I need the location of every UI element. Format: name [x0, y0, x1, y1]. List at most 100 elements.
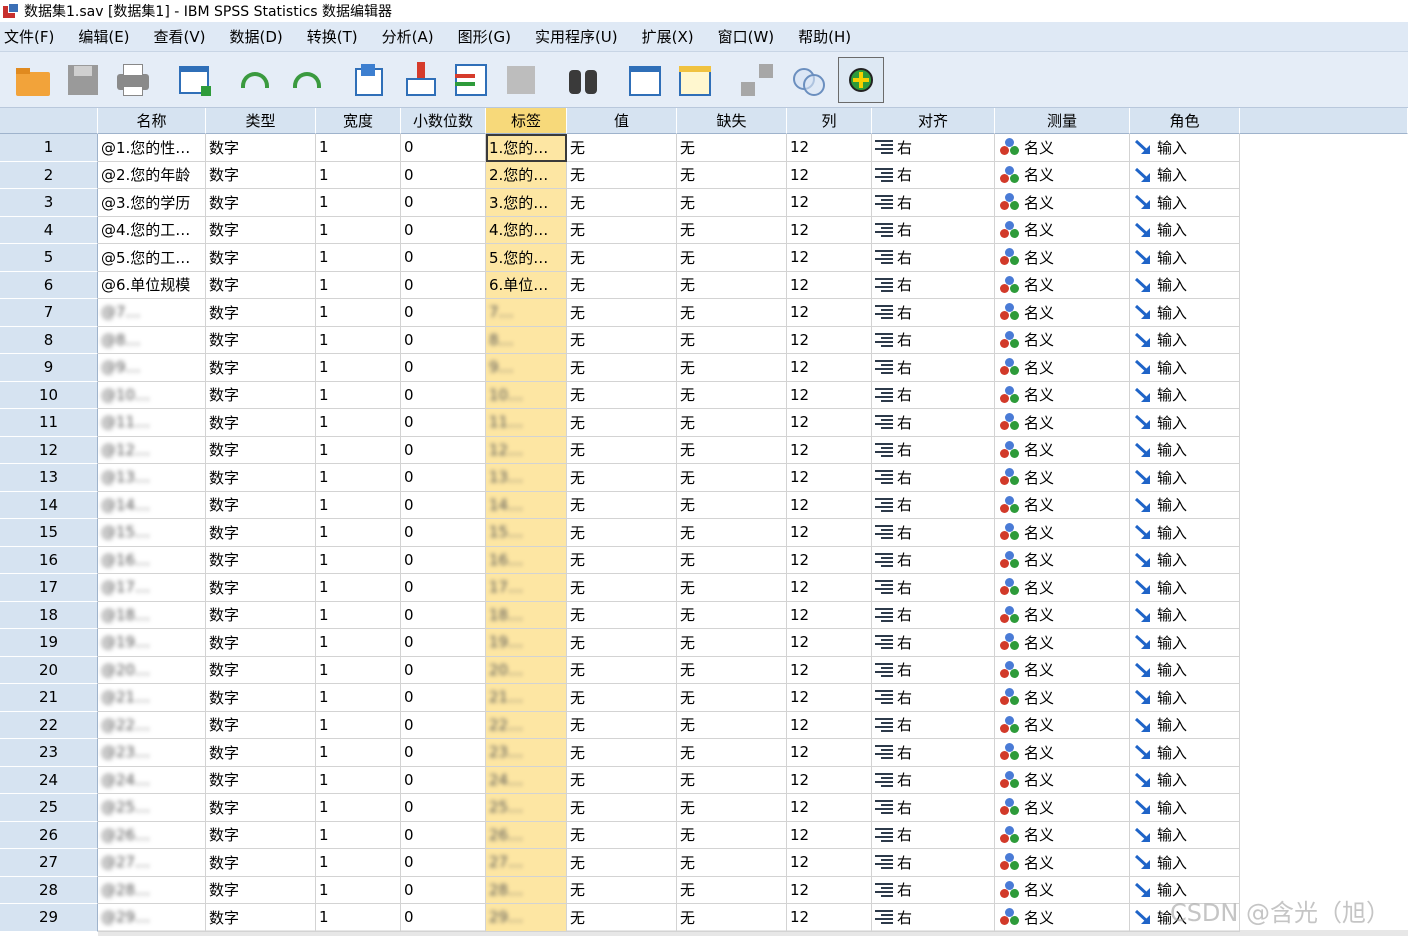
cell-missing[interactable]: 无 [677, 189, 787, 217]
cell-measure[interactable]: 名义 [995, 574, 1130, 602]
cell-label[interactable]: 15… [486, 519, 567, 547]
cell-decimals[interactable]: 0 [401, 491, 486, 519]
cell-values[interactable]: 无 [567, 134, 677, 162]
cell-label[interactable]: 7… [486, 299, 567, 327]
cell-name[interactable]: @9… [98, 354, 206, 382]
menu-item-10[interactable]: 帮助(H) [794, 26, 851, 47]
cell-columns[interactable]: 12 [787, 409, 872, 437]
cell-measure[interactable]: 名义 [995, 629, 1130, 657]
cell-label[interactable]: 27… [486, 849, 567, 877]
cell-name[interactable]: @24… [98, 766, 206, 794]
cell-role[interactable]: 输入 [1130, 849, 1240, 877]
cell-role[interactable]: 输入 [1130, 299, 1240, 327]
column-header-name[interactable]: 名称 [98, 108, 206, 134]
cell-width[interactable]: 1 [316, 299, 401, 327]
menu-item-4[interactable]: 转换(T) [303, 26, 358, 47]
cell-columns[interactable]: 12 [787, 161, 872, 189]
cell-measure[interactable]: 名义 [995, 134, 1130, 162]
cell-missing[interactable]: 无 [677, 381, 787, 409]
cell-width[interactable]: 1 [316, 821, 401, 849]
cell-name[interactable]: @28… [98, 876, 206, 904]
row-header[interactable]: 12 [0, 436, 98, 464]
row-header[interactable]: 11 [0, 409, 98, 437]
cell-align[interactable]: 右 [872, 436, 995, 464]
cell-label[interactable]: 21… [486, 684, 567, 712]
cell-missing[interactable]: 无 [677, 464, 787, 492]
cell-name[interactable]: @10… [98, 381, 206, 409]
cell-type[interactable]: 数字 [206, 601, 316, 629]
cell-name[interactable]: @12… [98, 436, 206, 464]
cell-decimals[interactable]: 0 [401, 381, 486, 409]
cell-measure[interactable]: 名义 [995, 491, 1130, 519]
cell-columns[interactable]: 12 [787, 876, 872, 904]
cell-name[interactable]: @14… [98, 491, 206, 519]
cell-align[interactable]: 右 [872, 574, 995, 602]
cell-decimals[interactable]: 0 [401, 271, 486, 299]
cell-columns[interactable]: 12 [787, 381, 872, 409]
cell-type[interactable]: 数字 [206, 766, 316, 794]
cell-align[interactable]: 右 [872, 656, 995, 684]
cell-decimals[interactable]: 0 [401, 574, 486, 602]
cell-missing[interactable]: 无 [677, 326, 787, 354]
split-file-button[interactable] [734, 57, 780, 103]
cell-columns[interactable]: 12 [787, 244, 872, 272]
row-header[interactable]: 22 [0, 711, 98, 739]
find-button[interactable] [560, 57, 606, 103]
goto-case-button[interactable] [346, 57, 392, 103]
cell-values[interactable]: 无 [567, 299, 677, 327]
cell-measure[interactable]: 名义 [995, 656, 1130, 684]
cell-decimals[interactable]: 0 [401, 326, 486, 354]
cell-role[interactable]: 输入 [1130, 244, 1240, 272]
cell-width[interactable]: 1 [316, 134, 401, 162]
cell-label[interactable]: 28… [486, 876, 567, 904]
cell-columns[interactable]: 12 [787, 216, 872, 244]
cell-missing[interactable]: 无 [677, 519, 787, 547]
cell-missing[interactable]: 无 [677, 436, 787, 464]
cell-align[interactable]: 右 [872, 794, 995, 822]
cell-name[interactable]: @27… [98, 849, 206, 877]
column-header-width[interactable]: 宽度 [316, 108, 401, 134]
cell-decimals[interactable]: 0 [401, 904, 486, 932]
cell-type[interactable]: 数字 [206, 244, 316, 272]
cell-columns[interactable]: 12 [787, 519, 872, 547]
cell-measure[interactable]: 名义 [995, 684, 1130, 712]
menu-item-0[interactable]: 文件(F) [0, 26, 54, 47]
cell-align[interactable]: 右 [872, 354, 995, 382]
cell-type[interactable]: 数字 [206, 189, 316, 217]
cell-width[interactable]: 1 [316, 739, 401, 767]
cell-values[interactable]: 无 [567, 574, 677, 602]
cell-missing[interactable]: 无 [677, 849, 787, 877]
cell-align[interactable]: 右 [872, 244, 995, 272]
cell-decimals[interactable]: 0 [401, 629, 486, 657]
cell-decimals[interactable]: 0 [401, 766, 486, 794]
cell-columns[interactable]: 12 [787, 464, 872, 492]
cell-width[interactable]: 1 [316, 904, 401, 932]
row-header[interactable]: 14 [0, 491, 98, 519]
cell-measure[interactable]: 名义 [995, 326, 1130, 354]
cell-label[interactable]: 22… [486, 711, 567, 739]
cell-align[interactable]: 右 [872, 766, 995, 794]
insert-cases-button[interactable] [622, 57, 668, 103]
cell-type[interactable]: 数字 [206, 711, 316, 739]
cell-values[interactable]: 无 [567, 546, 677, 574]
cell-width[interactable]: 1 [316, 381, 401, 409]
cell-name[interactable]: @16… [98, 546, 206, 574]
cell-type[interactable]: 数字 [206, 546, 316, 574]
column-header-measure[interactable]: 测量 [995, 108, 1130, 134]
cell-width[interactable]: 1 [316, 794, 401, 822]
cell-align[interactable]: 右 [872, 161, 995, 189]
cell-missing[interactable]: 无 [677, 876, 787, 904]
row-header[interactable]: 17 [0, 574, 98, 602]
cell-decimals[interactable]: 0 [401, 849, 486, 877]
cell-name[interactable]: @7… [98, 299, 206, 327]
cell-type[interactable]: 数字 [206, 849, 316, 877]
row-header[interactable]: 10 [0, 381, 98, 409]
cell-align[interactable]: 右 [872, 601, 995, 629]
cell-align[interactable]: 右 [872, 849, 995, 877]
cell-type[interactable]: 数字 [206, 326, 316, 354]
cell-type[interactable]: 数字 [206, 794, 316, 822]
cell-columns[interactable]: 12 [787, 134, 872, 162]
cell-decimals[interactable]: 0 [401, 794, 486, 822]
cell-width[interactable]: 1 [316, 326, 401, 354]
cell-columns[interactable]: 12 [787, 436, 872, 464]
